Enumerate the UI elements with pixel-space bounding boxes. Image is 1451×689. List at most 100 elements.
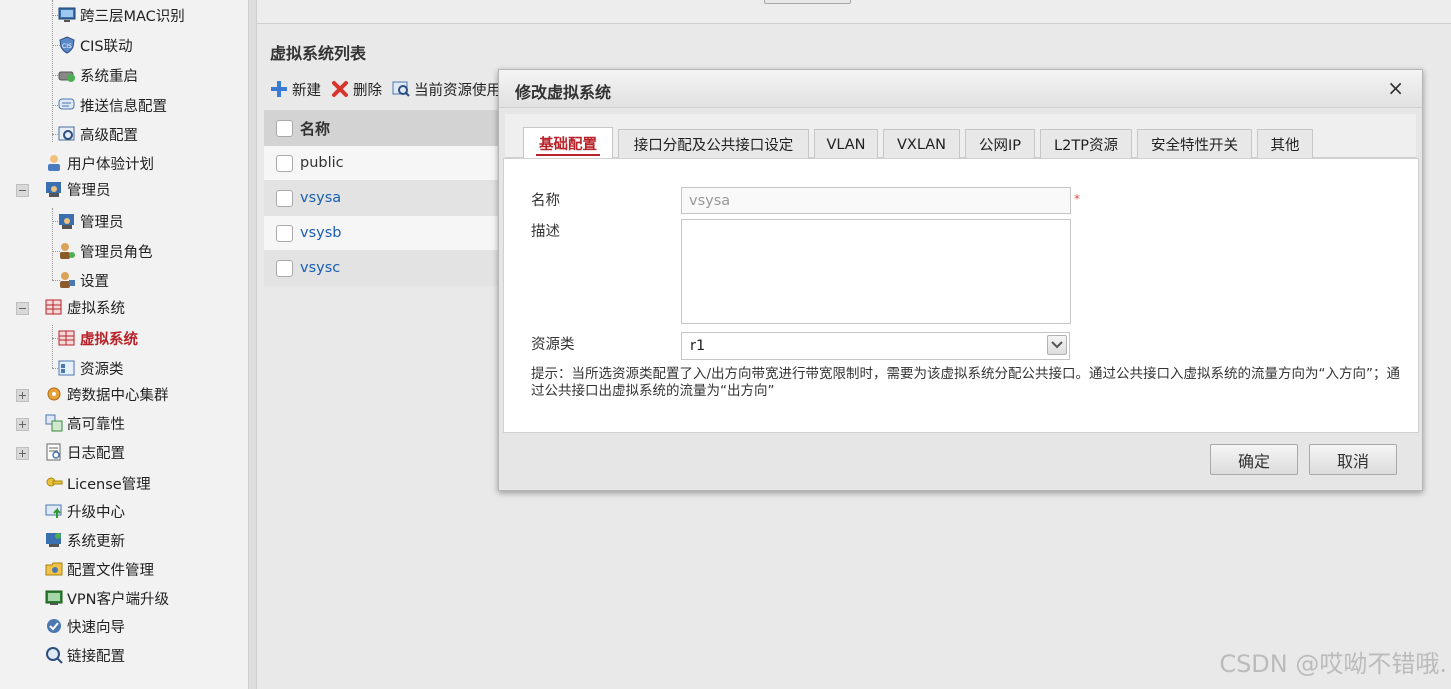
virtual-system-table: 名称 public vsysa vsysb vsysc [264, 110, 504, 286]
dialog-header[interactable]: 修改虚拟系统 × [499, 70, 1422, 108]
tab-label: 公网IP [978, 138, 1022, 154]
sidebar-item-label: 虚拟系统 [67, 300, 125, 317]
sidebar-item-restart[interactable]: 系统重启 [58, 63, 138, 87]
sidebar-item-label: 系统更新 [67, 533, 125, 550]
resource-class-icon [58, 359, 76, 377]
sidebar-item-label: 管理员 [80, 214, 124, 231]
expand-toggle-cluster[interactable] [16, 389, 29, 402]
tab-interface-assignment[interactable]: 接口分配及公共接口设定 [618, 129, 809, 159]
sidebar-item-config-file[interactable]: 配置文件管理 [45, 557, 154, 581]
sidebar-item-log-config[interactable]: 日志配置 [45, 440, 125, 464]
row-checkbox[interactable] [276, 224, 293, 242]
sidebar-item-label: 升级中心 [67, 504, 125, 521]
tab-other[interactable]: 其他 [1257, 129, 1313, 159]
sidebar-item-license[interactable]: License管理 [45, 471, 151, 495]
tab-l2tp[interactable]: L2TP资源 [1040, 129, 1132, 159]
close-icon[interactable]: × [1387, 78, 1404, 98]
sidebar-item-admin-group[interactable]: 管理员 [45, 177, 111, 201]
panel-title: 虚拟系统列表 [270, 44, 367, 63]
sidebar-item-quick-wizard[interactable]: 快速向导 [45, 614, 125, 638]
sidebar-item-label: 跨数据中心集群 [67, 387, 169, 404]
delete-button[interactable]: 删除 [331, 79, 382, 100]
sidebar-item-label: 高级配置 [80, 127, 138, 144]
sidebar-item-label: 管理员角色 [80, 244, 153, 261]
sidebar-item-settings[interactable]: 设置 [58, 268, 109, 292]
sidebar-item-label: 高可靠性 [67, 416, 125, 433]
row-checkbox[interactable] [276, 259, 293, 277]
tab-label: VLAN [826, 136, 866, 153]
sidebar-item-mac-identify[interactable]: 跨三层MAC识别 [58, 3, 185, 27]
table-row[interactable]: vsysa [264, 181, 504, 216]
license-icon [45, 474, 63, 492]
link-config-icon [45, 646, 63, 664]
row-name-link[interactable]: vsysa [300, 190, 341, 206]
row-checkbox[interactable] [276, 189, 293, 207]
row-name-link[interactable]: vsysb [300, 225, 341, 241]
column-name-header: 名称 [300, 119, 331, 138]
sidebar-item-upgrade-center[interactable]: 升级中心 [45, 499, 125, 523]
table-row[interactable]: vsysb [264, 216, 504, 251]
table-row[interactable]: vsysc [264, 251, 504, 286]
sidebar-item-label: 链接配置 [67, 648, 125, 665]
vpn-icon [45, 589, 63, 607]
active-tab-underline [536, 154, 600, 156]
sidebar-item-resource-class[interactable]: 资源类 [58, 356, 124, 380]
new-label: 新建 [292, 82, 321, 99]
sidebar-item-label: CIS联动 [80, 38, 133, 55]
sidebar-item-admin-role[interactable]: 管理员角色 [58, 239, 153, 263]
sidebar-item-virtual-system-group[interactable]: 虚拟系统 [45, 295, 125, 319]
select-all-checkbox[interactable] [276, 119, 293, 137]
delete-label: 删除 [353, 82, 382, 99]
sidebar: 跨三层MAC识别 CIS CIS联动 系统重启 推送信息配置 高级配置 用户体验… [0, 0, 249, 689]
sidebar-item-admin[interactable]: 管理员 [58, 209, 124, 233]
sidebar-item-cluster[interactable]: 跨数据中心集群 [45, 382, 169, 406]
current-usage-button[interactable]: 当前资源使用 [392, 79, 501, 100]
tab-public-ip[interactable]: 公网IP [965, 129, 1035, 159]
sidebar-item-system-update[interactable]: 系统更新 [45, 528, 125, 552]
collapse-toggle-virtual-system[interactable] [16, 302, 29, 315]
description-label: 描述 [531, 224, 560, 240]
description-textarea[interactable] [681, 219, 1071, 324]
collapse-toggle-admin[interactable] [16, 184, 29, 197]
tab-basic-config[interactable]: 基础配置 [523, 127, 613, 159]
name-label: 名称 [531, 193, 560, 209]
sidebar-item-label: 虚拟系统 [80, 331, 138, 348]
sidebar-item-high-availability[interactable]: 高可靠性 [45, 411, 125, 435]
new-button[interactable]: 新建 [270, 79, 321, 100]
tab-label: 接口分配及公共接口设定 [633, 138, 794, 154]
tab-vlan[interactable]: VLAN [814, 129, 878, 159]
sidebar-item-cis[interactable]: CIS CIS联动 [58, 33, 133, 57]
tab-label: 基础配置 [539, 136, 597, 153]
sidebar-item-user-experience[interactable]: 用户体验计划 [45, 151, 154, 175]
sidebar-item-link-config[interactable]: 链接配置 [45, 643, 125, 667]
sidebar-item-push-config[interactable]: 推送信息配置 [58, 93, 167, 117]
sidebar-item-virtual-system[interactable]: 虚拟系统 [58, 326, 138, 350]
resource-class-select[interactable]: r1 [681, 332, 1070, 360]
sidebar-item-vpn-upgrade[interactable]: VPN客户端升级 [45, 586, 169, 610]
sidebar-item-label: 跨三层MAC识别 [80, 8, 185, 25]
sidebar-item-label: 推送信息配置 [80, 98, 167, 115]
row-name: public [300, 155, 344, 171]
sidebar-splitter[interactable] [249, 0, 257, 689]
top-button[interactable] [764, 0, 851, 4]
cancel-button[interactable]: 取消 [1309, 444, 1397, 475]
tab-security-switch[interactable]: 安全特性开关 [1137, 129, 1252, 159]
restart-icon [58, 66, 76, 84]
expand-toggle-log[interactable] [16, 447, 29, 460]
virtual-system-icon [58, 329, 76, 347]
row-name-link[interactable]: vsysc [300, 260, 340, 276]
advanced-icon [58, 125, 76, 143]
name-field[interactable]: vsysa [681, 187, 1071, 214]
tree-line [52, 208, 53, 280]
ok-button[interactable]: 确定 [1210, 444, 1298, 475]
chevron-down-icon[interactable] [1047, 335, 1067, 355]
admin-icon [58, 212, 76, 230]
tab-vxlan[interactable]: VXLAN [883, 129, 960, 159]
table-row[interactable]: public [264, 146, 504, 181]
cluster-icon [45, 385, 63, 403]
row-checkbox[interactable] [276, 154, 293, 172]
toolbar: 新建 删除 当前资源使用 [270, 76, 501, 102]
sidebar-item-advanced[interactable]: 高级配置 [58, 122, 138, 146]
sidebar-item-label: 快速向导 [67, 619, 125, 636]
expand-toggle-ha[interactable] [16, 418, 29, 431]
